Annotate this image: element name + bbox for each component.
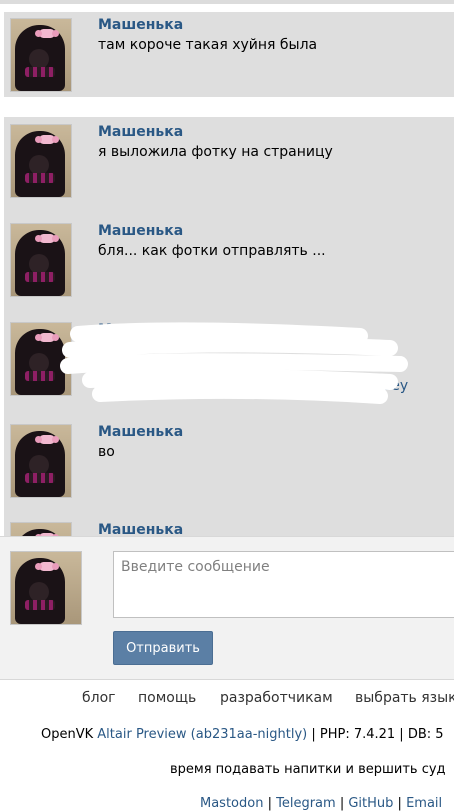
avatar[interactable] bbox=[10, 18, 72, 92]
social-link-email[interactable]: Email bbox=[406, 796, 442, 811]
footer-link-developers[interactable]: разработчикам bbox=[220, 690, 333, 706]
footer-links: блог помощь разработчикам выбрать язык bbox=[0, 690, 454, 710]
social-link-github[interactable]: GitHub bbox=[348, 796, 393, 811]
separator: | bbox=[263, 796, 277, 811]
avatar[interactable] bbox=[10, 424, 72, 498]
message-text: бля... как фотки отправлять ... bbox=[98, 243, 326, 259]
avatar[interactable] bbox=[10, 551, 82, 625]
footer-social: Mastodon | Telegram | GitHub | Email bbox=[200, 796, 442, 811]
top-divider bbox=[0, 0, 454, 4]
footer-link-blog[interactable]: блог bbox=[82, 690, 116, 706]
separator: | bbox=[393, 796, 407, 811]
message-text: я выложила фотку на страницу bbox=[98, 144, 333, 160]
message-author[interactable]: Машенька bbox=[98, 223, 183, 239]
version-link[interactable]: Altair Preview (ab231aa-nightly) bbox=[97, 727, 307, 742]
version-prefix: OpenVK bbox=[41, 727, 98, 742]
message-text: там короче такая хуйня была bbox=[98, 37, 318, 53]
send-button[interactable]: Отправить bbox=[113, 631, 213, 665]
message-author[interactable]: Машенька bbox=[98, 424, 183, 440]
avatar[interactable] bbox=[10, 124, 72, 198]
footer-version: OpenVK Altair Preview (ab231aa-nightly) … bbox=[41, 727, 444, 742]
footer-tagline: время подавать напитки и вершить суд bbox=[170, 762, 446, 777]
footer-link-language[interactable]: выбрать язык bbox=[355, 690, 454, 706]
message-text: ьеу bbox=[383, 378, 409, 394]
avatar[interactable] bbox=[10, 322, 72, 396]
message-author[interactable]: Машенька bbox=[98, 17, 183, 33]
social-link-mastodon[interactable]: Mastodon bbox=[200, 796, 263, 811]
message-input[interactable] bbox=[113, 551, 454, 618]
version-suffix: | PHP: 7.4.21 | DB: 5 bbox=[307, 727, 444, 742]
message-author[interactable]: Машенька bbox=[98, 322, 183, 338]
message-author[interactable]: Машенька bbox=[98, 124, 183, 140]
avatar[interactable] bbox=[10, 223, 72, 297]
separator: | bbox=[335, 796, 349, 811]
social-link-telegram[interactable]: Telegram bbox=[276, 796, 336, 811]
message-item bbox=[4, 12, 454, 97]
message-text: во bbox=[98, 444, 115, 460]
compose-panel: Отправить bbox=[0, 536, 454, 680]
footer-link-help[interactable]: помощь bbox=[138, 690, 196, 706]
